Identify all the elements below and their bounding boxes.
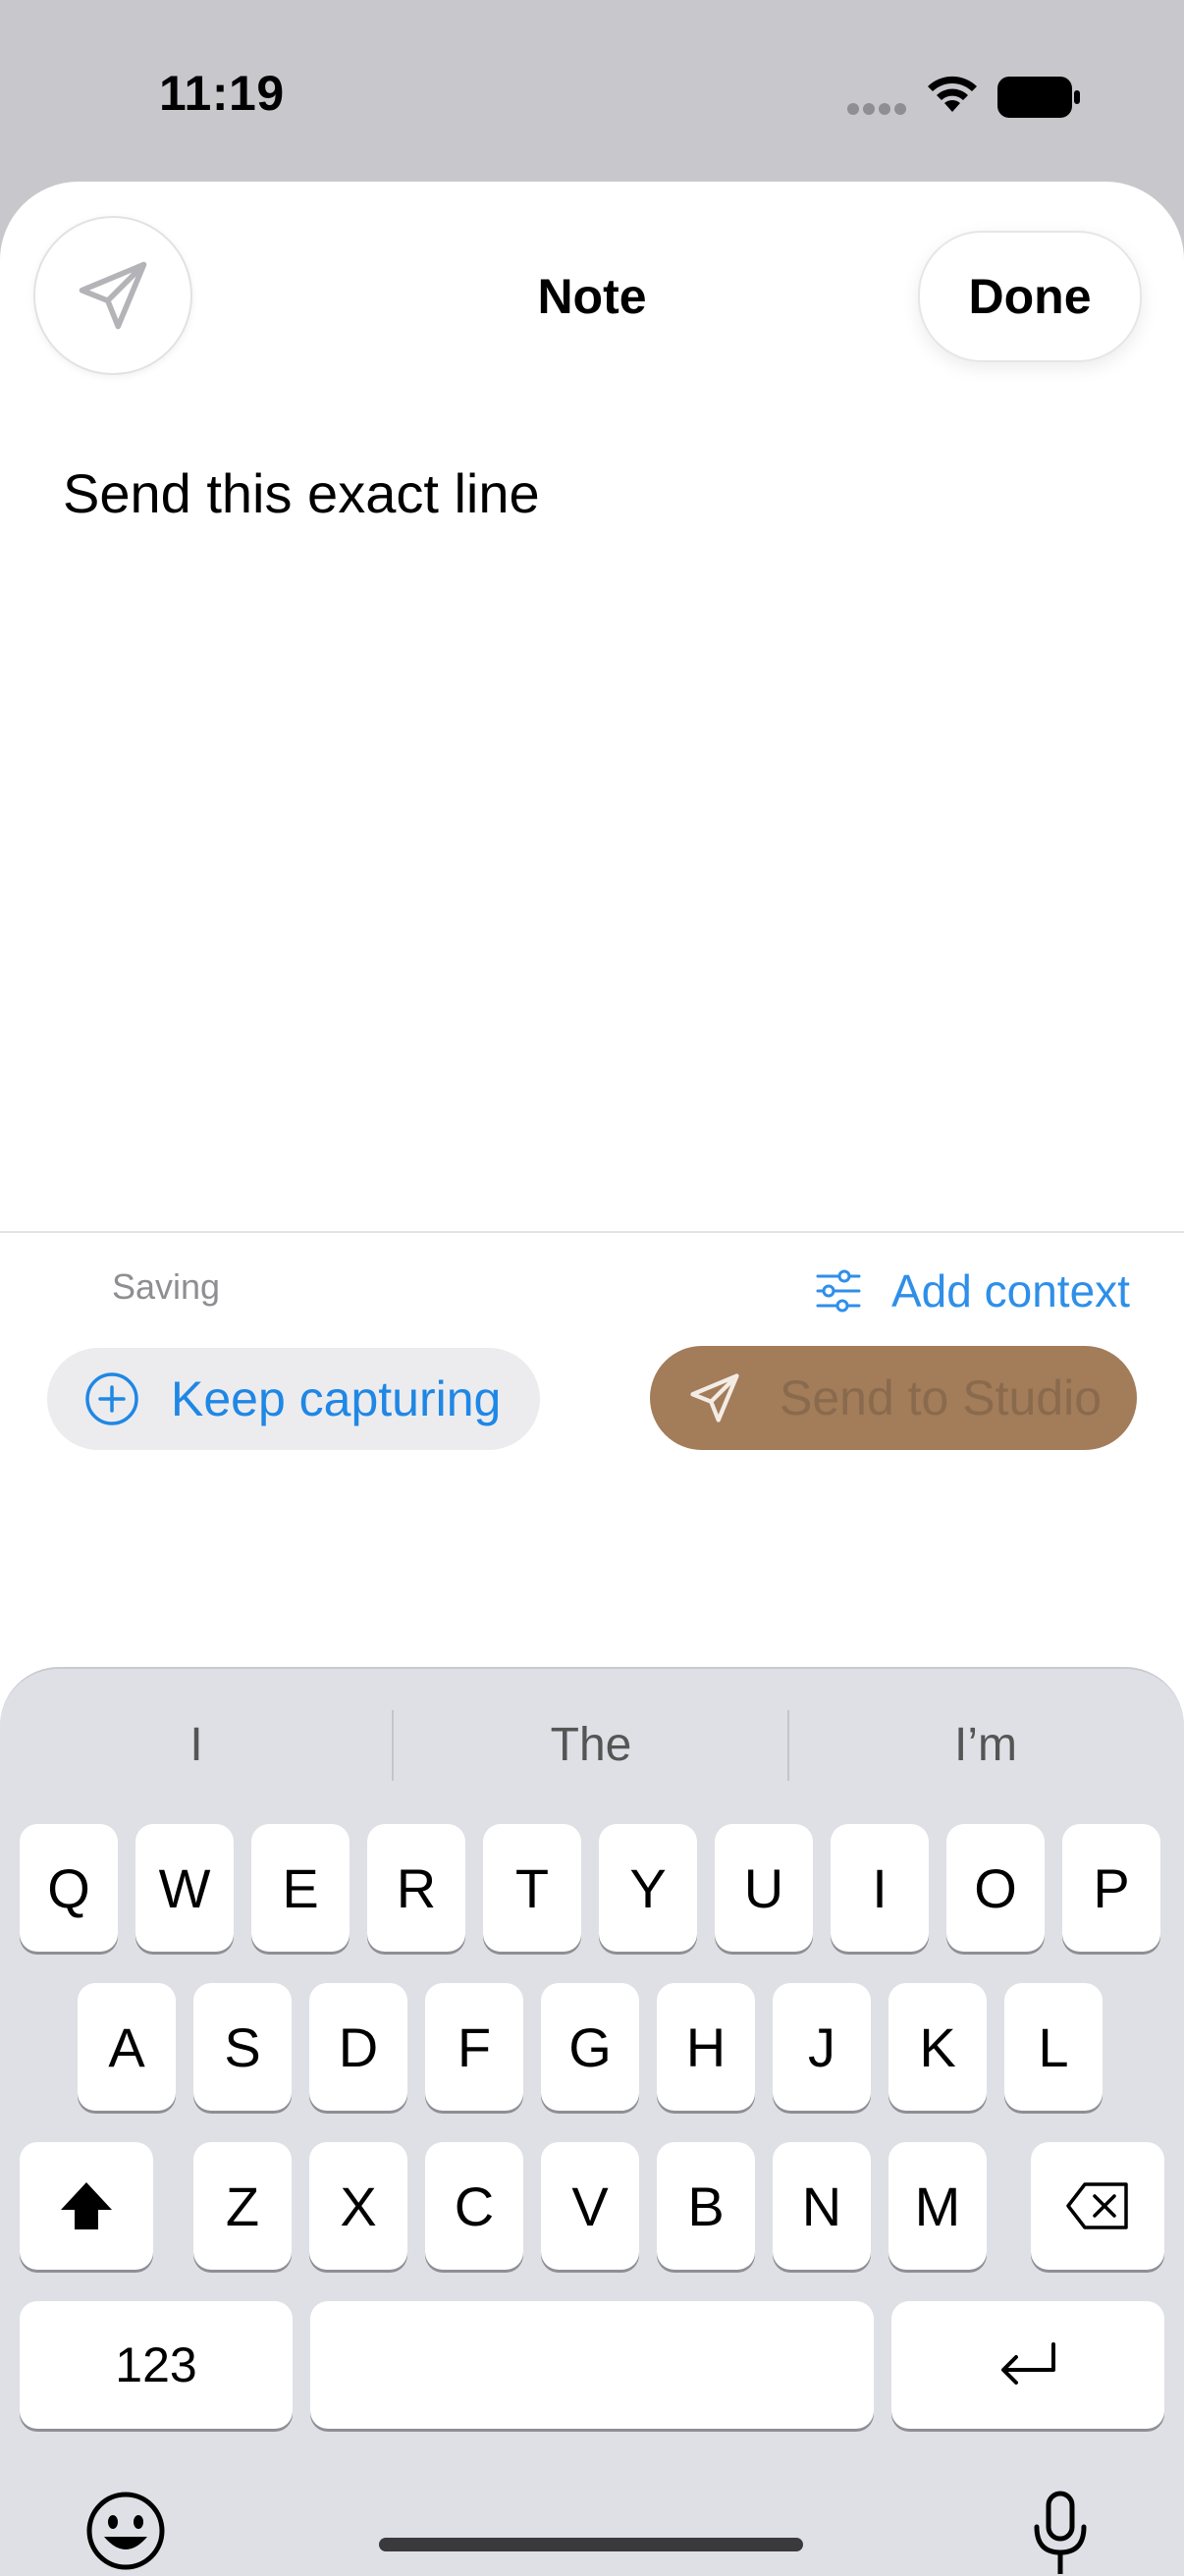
key-w[interactable]: W [135, 1824, 234, 1952]
shift-arrow-icon [61, 2182, 112, 2229]
key-d[interactable]: D [309, 1983, 407, 2111]
status-time: 11:19 [159, 66, 285, 121]
key-p[interactable]: P [1062, 1824, 1160, 1952]
shift-key[interactable] [20, 2142, 153, 2270]
battery-icon [997, 77, 1080, 118]
key-z[interactable]: Z [193, 2142, 292, 2270]
suggestion-2[interactable]: The [404, 1718, 778, 1772]
key-h[interactable]: H [657, 1983, 755, 2111]
key-e[interactable]: E [251, 1824, 350, 1952]
key-o[interactable]: O [946, 1824, 1045, 1952]
key-k[interactable]: K [888, 1983, 987, 2111]
send-to-studio-label: Send to Studio [780, 1370, 1103, 1425]
space-key[interactable] [310, 2301, 874, 2429]
home-indicator [379, 2538, 803, 2551]
key-m[interactable]: M [888, 2142, 987, 2270]
microphone-icon[interactable] [1031, 2490, 1090, 2574]
key-f[interactable]: F [425, 1983, 523, 2111]
plus-circle-icon [85, 1372, 138, 1425]
key-j[interactable]: J [773, 1983, 871, 2111]
key-a[interactable]: A [78, 1983, 176, 2111]
key-l[interactable]: L [1004, 1983, 1103, 2111]
keyboard: I The I’m Q W E R T Y U I O P A S D F G … [0, 1667, 1184, 2576]
send-to-studio-button[interactable]: Send to Studio [650, 1346, 1137, 1450]
key-u[interactable]: U [715, 1824, 813, 1952]
footer-divider [0, 1231, 1184, 1233]
numbers-key[interactable]: 123 [20, 2301, 293, 2429]
key-t[interactable]: T [483, 1824, 581, 1952]
return-arrow-icon [1001, 2342, 1055, 2385]
saving-status: Saving [112, 1266, 221, 1307]
add-context-label: Add context [891, 1265, 1130, 1316]
key-i[interactable]: I [831, 1824, 929, 1952]
key-v[interactable]: V [541, 2142, 639, 2270]
suggestion-1[interactable]: I [10, 1718, 383, 1772]
key-x[interactable]: X [309, 2142, 407, 2270]
key-q[interactable]: Q [20, 1824, 118, 1952]
keep-capturing-button[interactable]: Keep capturing [47, 1348, 540, 1450]
backspace-icon [1066, 2182, 1128, 2229]
key-b[interactable]: B [657, 2142, 755, 2270]
add-context-button[interactable]: Add context [815, 1264, 1130, 1317]
key-n[interactable]: N [773, 2142, 871, 2270]
key-s[interactable]: S [193, 1983, 292, 2111]
note-text-editor[interactable]: Send this exact line [63, 461, 540, 525]
status-bar: 11:19 [0, 0, 1184, 187]
suggestion-divider [392, 1710, 394, 1781]
signal-dots-icon [847, 103, 906, 115]
emoji-icon[interactable] [84, 2490, 167, 2574]
suggestion-divider [787, 1710, 789, 1781]
paper-plane-icon [690, 1373, 739, 1422]
key-y[interactable]: Y [599, 1824, 697, 1952]
return-key[interactable] [891, 2301, 1164, 2429]
key-c[interactable]: C [425, 2142, 523, 2270]
keep-capturing-label: Keep capturing [171, 1371, 502, 1426]
sliders-icon [816, 1269, 861, 1313]
suggestion-3[interactable]: I’m [799, 1718, 1172, 1772]
key-g[interactable]: G [541, 1983, 639, 2111]
done-button[interactable]: Done [918, 231, 1142, 362]
key-r[interactable]: R [367, 1824, 465, 1952]
wifi-icon [928, 76, 977, 112]
delete-key[interactable] [1031, 2142, 1164, 2270]
